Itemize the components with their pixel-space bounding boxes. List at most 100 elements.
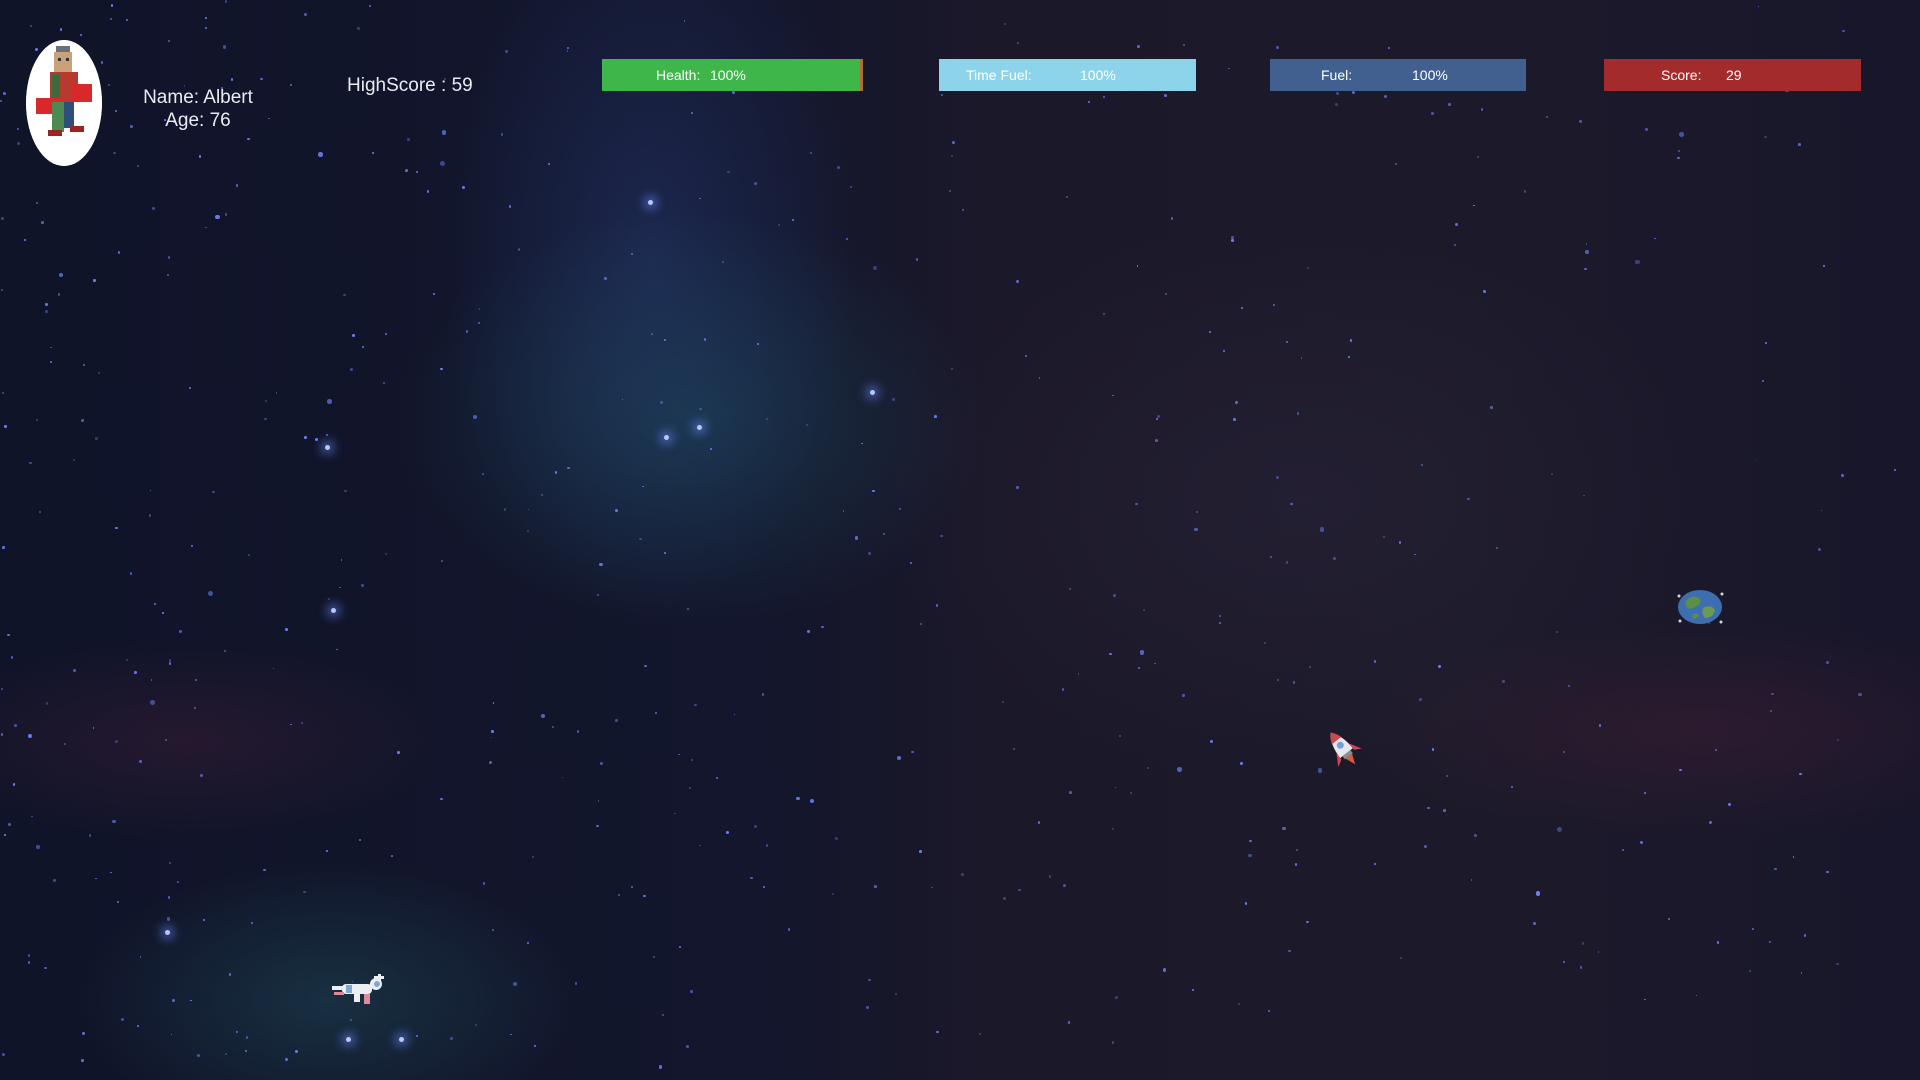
star (45, 303, 48, 306)
star (1858, 692, 1862, 696)
star (698, 844, 701, 847)
star (566, 50, 569, 53)
star (787, 928, 791, 931)
star (268, 117, 270, 120)
star (193, 706, 197, 710)
star (1555, 631, 1559, 634)
star (53, 879, 56, 882)
star (1823, 265, 1825, 267)
star (295, 1049, 299, 1053)
star (603, 276, 607, 280)
star (248, 554, 250, 556)
star (892, 398, 896, 402)
bright-star (325, 445, 330, 450)
star (126, 658, 129, 661)
star (205, 226, 207, 229)
star (27, 954, 31, 957)
star (1470, 879, 1473, 881)
star (490, 736, 493, 739)
star (1584, 267, 1587, 271)
star (352, 333, 355, 337)
score-value: 29 (1726, 67, 1742, 83)
star (860, 442, 863, 445)
star (1230, 239, 1234, 243)
star (82, 1031, 86, 1035)
star (1002, 896, 1006, 900)
star (474, 1024, 477, 1027)
star (161, 611, 164, 614)
game-canvas[interactable]: Name: Albert Age: 76 HighScore : 59 Heal… (0, 0, 1920, 1080)
star (727, 170, 730, 173)
star (867, 978, 871, 982)
star (883, 533, 886, 536)
star (716, 777, 718, 780)
star (166, 917, 171, 921)
star (662, 1013, 665, 1016)
star (930, 886, 933, 889)
star (1268, 1010, 1271, 1013)
star (1017, 42, 1020, 44)
star (691, 112, 694, 115)
star (733, 713, 736, 716)
star (896, 755, 902, 760)
star (940, 534, 943, 538)
star (1695, 994, 1698, 997)
star (689, 989, 693, 993)
star (1162, 968, 1167, 972)
star (846, 237, 849, 240)
star (935, 1030, 939, 1034)
star (1068, 1021, 1071, 1024)
star (554, 471, 558, 475)
star (1156, 418, 1159, 421)
star (949, 189, 952, 193)
star (134, 671, 137, 675)
star (440, 797, 443, 801)
star (1709, 821, 1712, 824)
star (540, 493, 544, 496)
star (31, 815, 34, 818)
star (500, 133, 503, 136)
star (654, 711, 657, 714)
star (617, 894, 620, 897)
star (0, 733, 4, 736)
star (915, 258, 918, 261)
star (909, 561, 912, 564)
star (652, 956, 655, 959)
star (260, 77, 263, 81)
star (1679, 132, 1684, 138)
player-age-row: Age: 76 (130, 109, 266, 132)
star (0, 289, 3, 292)
star (1383, 535, 1386, 538)
star (1281, 826, 1286, 831)
star (426, 190, 430, 194)
star (1087, 101, 1090, 104)
star (356, 26, 360, 30)
star (461, 186, 465, 190)
star (1136, 265, 1139, 267)
star (664, 552, 667, 555)
star (225, 1052, 228, 1055)
star (212, 490, 215, 494)
star (1800, 972, 1803, 974)
star (92, 726, 95, 729)
star (644, 664, 648, 668)
star (753, 825, 757, 829)
star (547, 162, 551, 166)
star (79, 34, 82, 37)
star (874, 885, 877, 888)
star (110, 871, 113, 874)
star (686, 608, 690, 611)
star (150, 678, 153, 681)
star (28, 733, 32, 738)
star (639, 537, 642, 541)
star (441, 130, 447, 135)
star (566, 46, 569, 49)
star (1222, 350, 1225, 353)
star (1644, 998, 1646, 1001)
star (359, 838, 362, 841)
star (1413, 553, 1416, 556)
star (651, 333, 654, 336)
star (349, 1018, 352, 1021)
star (1015, 279, 1019, 283)
star (1286, 341, 1289, 344)
